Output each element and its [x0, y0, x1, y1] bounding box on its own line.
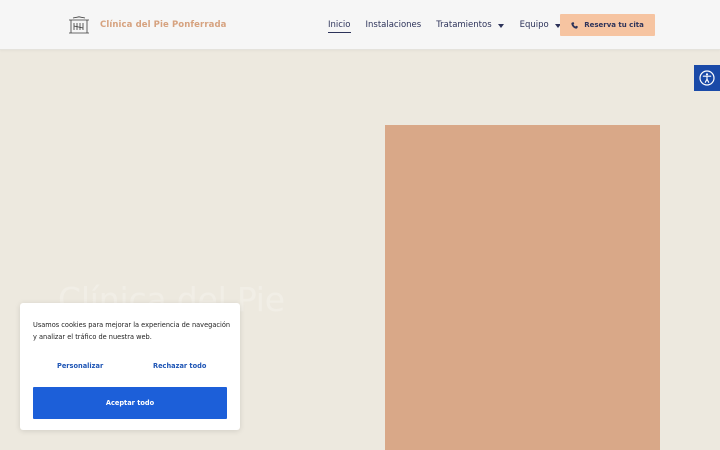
brand[interactable]: Clínica del Pie Ponferrada [68, 14, 226, 36]
site-header: Clínica del Pie Ponferrada Inicio Instal… [0, 0, 720, 50]
accessibility-person-icon [699, 70, 715, 86]
nav-item-label: Instalaciones [365, 20, 422, 30]
book-appointment-button[interactable]: Reserva tu cita [560, 14, 655, 36]
cookie-accept-all-button[interactable]: Aceptar todo [33, 387, 227, 419]
phone-icon [571, 21, 579, 29]
nav-item-instalaciones[interactable]: Instalaciones [366, 20, 422, 30]
book-appointment-label: Reserva tu cita [584, 21, 644, 29]
chevron-down-icon [497, 23, 504, 28]
main-nav: Inicio Instalaciones Tratamientos Equipo [328, 0, 561, 50]
accessibility-toggle-button[interactable] [694, 65, 720, 91]
nav-item-tratamientos[interactable]: Tratamientos [436, 20, 504, 30]
cookie-consent-banner: Usamos cookies para mejorar la experienc… [20, 303, 240, 430]
nav-item-inicio[interactable]: Inicio [328, 20, 351, 33]
cookie-personalize-button[interactable]: Personalizar [57, 362, 103, 370]
nav-item-label: Inicio [328, 20, 351, 30]
hero-image [385, 125, 660, 450]
cookie-message: Usamos cookies para mejorar la experienc… [33, 321, 231, 341]
brand-name: Clínica del Pie Ponferrada [100, 20, 227, 30]
nav-item-equipo[interactable]: Equipo [520, 20, 561, 30]
clinic-building-logo-icon [69, 16, 89, 34]
nav-item-label: Equipo [519, 20, 549, 30]
cookie-reject-all-button[interactable]: Rechazar todo [153, 362, 206, 370]
nav-item-label: Tratamientos [436, 20, 492, 30]
